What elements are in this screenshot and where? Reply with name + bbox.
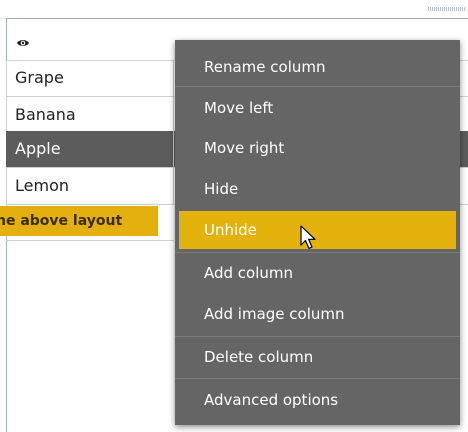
left-border	[6, 241, 7, 432]
menu-separator	[175, 378, 460, 379]
eye-icon[interactable]	[16, 36, 30, 50]
menu-item-move-right[interactable]: Move right	[175, 129, 460, 167]
divider	[6, 240, 174, 241]
resize-grip[interactable]	[428, 7, 466, 11]
top-strip	[0, 0, 468, 19]
menu-item-add-image-column[interactable]: Add image column	[175, 295, 460, 333]
row-label: Lemon	[6, 168, 174, 204]
menu-item-hide[interactable]: Hide	[175, 170, 460, 208]
menu-separator	[175, 336, 460, 337]
menu-item-delete-column[interactable]: Delete column	[175, 338, 460, 376]
menu-item-add-column[interactable]: Add column	[175, 254, 460, 292]
mouse-pointer-icon	[300, 225, 316, 250]
menu-item-advanced-options[interactable]: Advanced options	[175, 381, 460, 419]
app-canvas: Grape Banana Apple Lemon he above layout…	[0, 0, 468, 432]
row-label: Apple	[6, 131, 174, 167]
menu-separator	[175, 86, 460, 87]
menu-item-rename-column[interactable]: Rename column	[175, 48, 460, 86]
menu-item-move-left[interactable]: Move left	[175, 89, 460, 127]
menu-separator	[175, 252, 460, 253]
row-label: Banana	[6, 97, 174, 133]
row-label: Grape	[6, 60, 174, 96]
layout-note-banner: he above layout	[0, 206, 158, 236]
